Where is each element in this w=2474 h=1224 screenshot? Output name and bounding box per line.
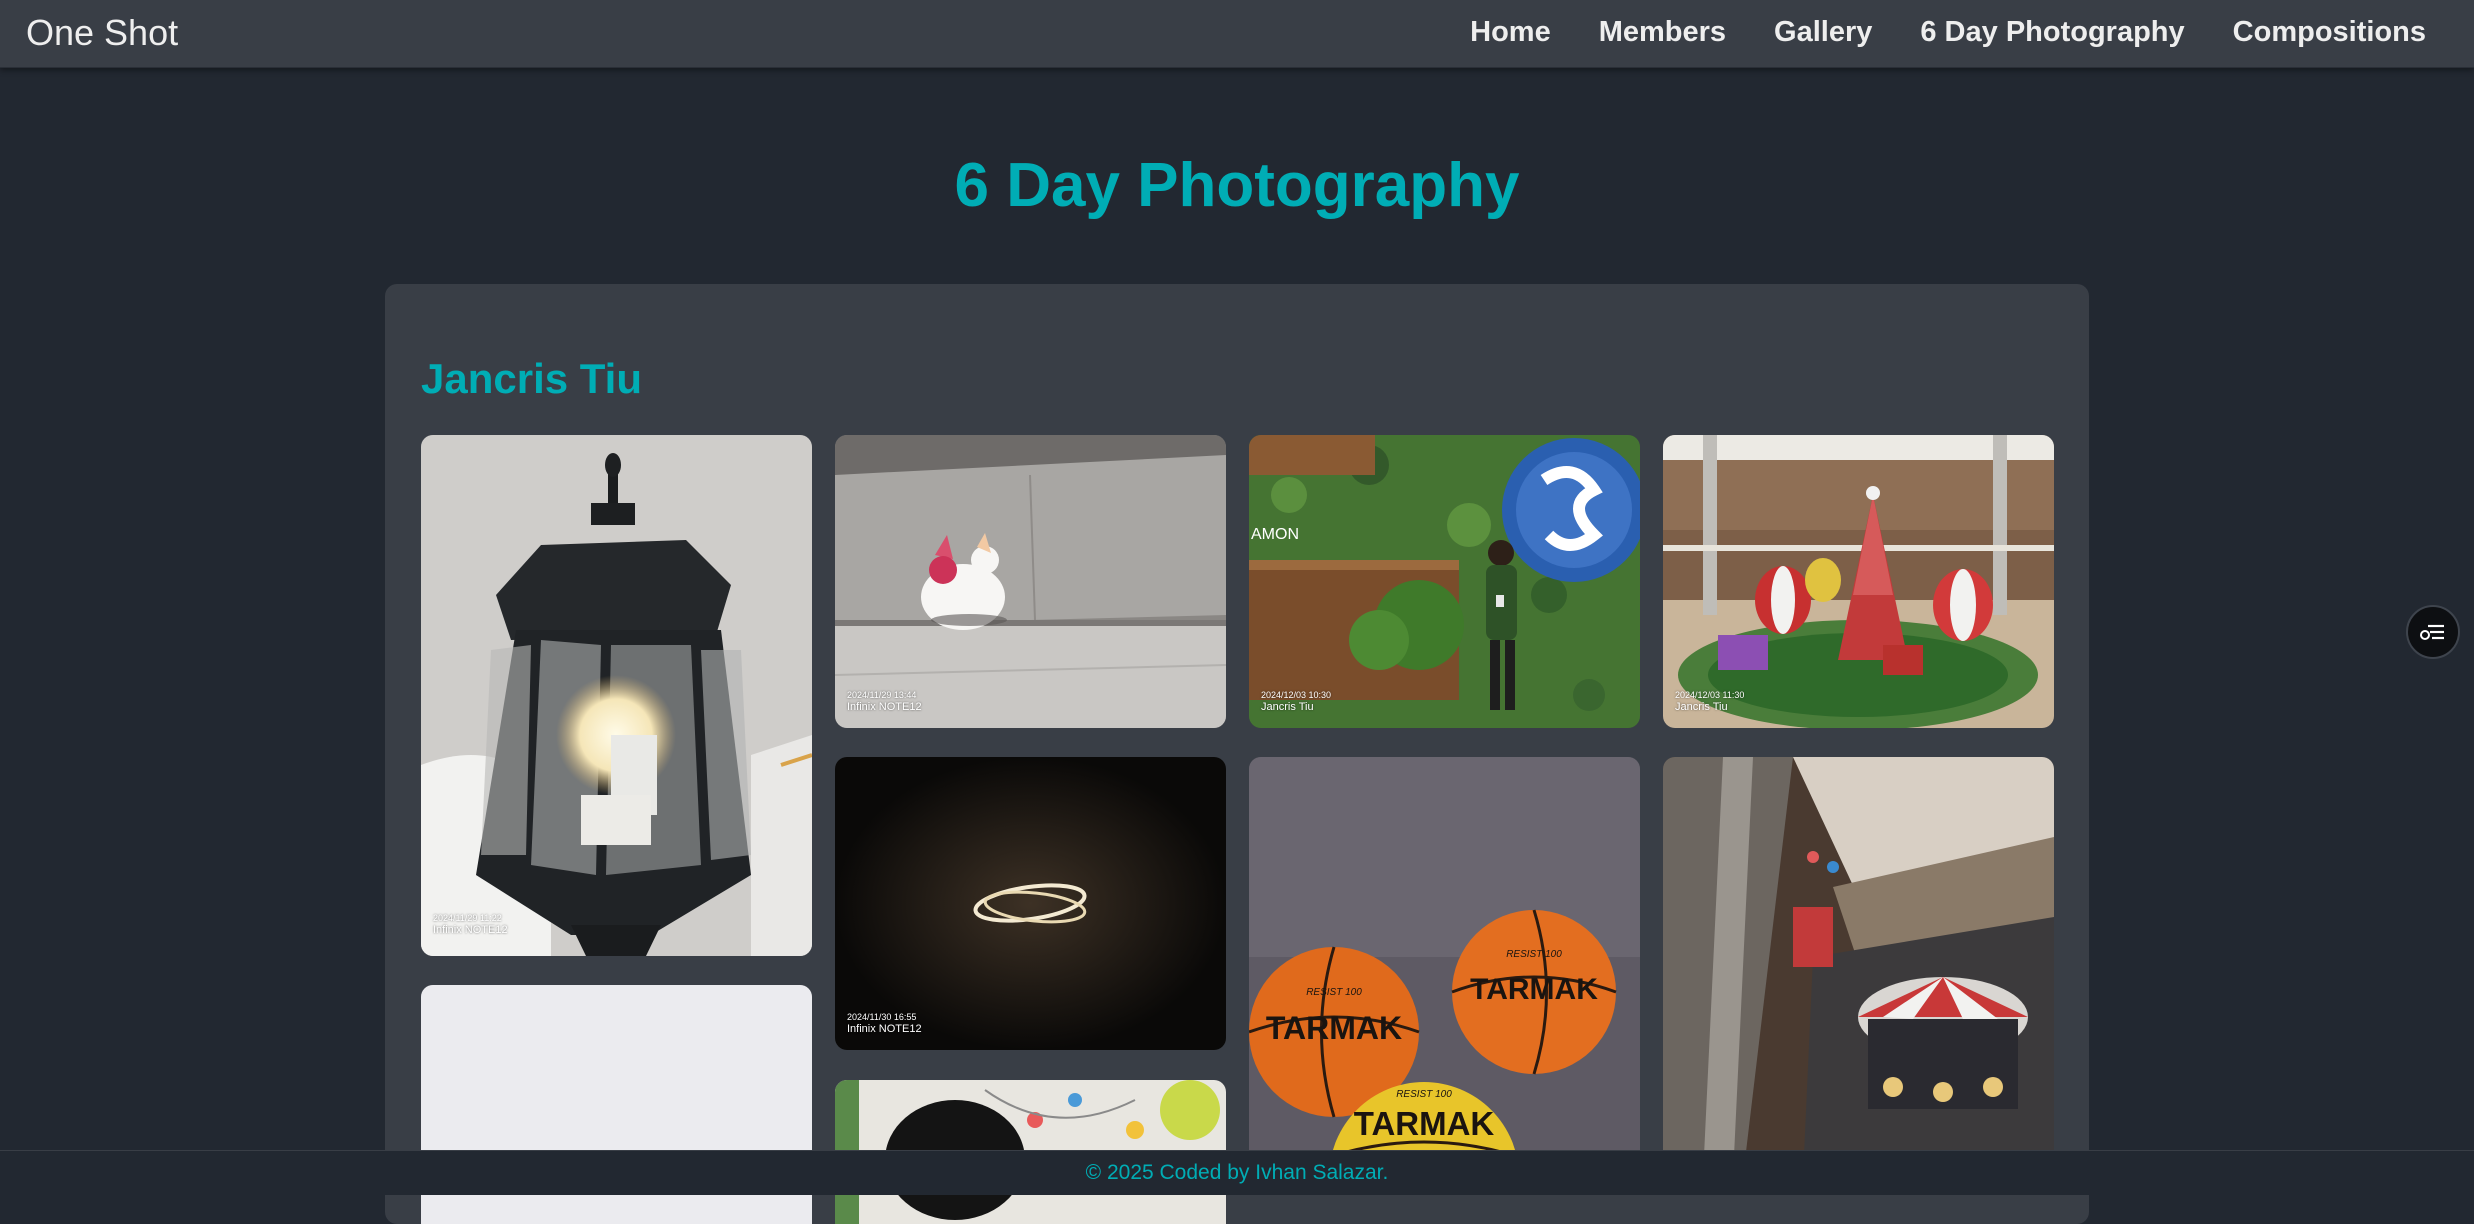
photo-mall-carousel[interactable]	[1663, 757, 2054, 1177]
ball-sublabel: RESIST 100	[1396, 1089, 1452, 1100]
photo-watermark: 2024/11/30 16:55 Infinix NOTE12	[847, 1012, 922, 1037]
wall-sign-text: AMON	[1251, 526, 1299, 543]
lantern-image	[421, 435, 812, 956]
photo-timestamp: 2024/12/03 11:30	[1675, 690, 1745, 700]
ring-lights-image	[835, 757, 1226, 1050]
mall-christmas-display-image	[1663, 435, 2054, 728]
cat-figurine-image	[835, 435, 1226, 728]
nav-link-home[interactable]: Home	[1470, 16, 1551, 49]
ball-label: TARMAK	[1470, 973, 1598, 1006]
person-at-wall-image: AMON	[1249, 435, 1640, 728]
photo-cat-figurine[interactable]: 2024/11/29 13:44 Infinix NOTE12	[835, 435, 1226, 728]
filter-list-button[interactable]	[2406, 605, 2460, 659]
photo-watermark: 2024/11/29 11:22 Infinix NOTE12	[433, 913, 508, 938]
member-name: Jancris Tiu	[421, 355, 642, 402]
ball-sublabel: RESIST 100	[1306, 987, 1362, 998]
ball-label: TARMAK	[1354, 1105, 1495, 1142]
nav-links: Home Members Gallery 6 Day Photography C…	[1470, 16, 2426, 49]
nav-link-6-day-photography[interactable]: 6 Day Photography	[1920, 16, 2184, 49]
photo-timestamp: 2024/11/29 13:44	[847, 690, 917, 700]
ball-sublabel: RESIST 100	[1506, 949, 1562, 960]
photo-watermark: 2024/12/03 10:30 Jancris Tiu	[1261, 690, 1331, 715]
photo-watermark: 2024/11/29 13:44 Infinix NOTE12	[847, 690, 922, 715]
filter-list-icon	[2420, 624, 2444, 640]
brand-logo[interactable]: One Shot	[26, 12, 178, 54]
photo-watermark: 2024/12/03 11:30 Jancris Tiu	[1675, 690, 1744, 715]
photo-device: Jancris Tiu	[1675, 701, 1728, 714]
nav-link-compositions[interactable]: Compositions	[2233, 16, 2426, 49]
photo-mall-christmas-display[interactable]: 2024/12/03 11:30 Jancris Tiu	[1663, 435, 2054, 728]
page-title: 6 Day Photography	[954, 151, 1520, 220]
basketballs-image: TARMAK RESIST 100 TARMAK RESIST 100 TARM…	[1249, 757, 1640, 1177]
photo-person-at-wall[interactable]: AMON 2024/12/03 10:30 Jancris Tiu	[1249, 435, 1640, 728]
photo-timestamp: 2024/11/30 16:55	[847, 1012, 917, 1022]
ball-label: TARMAK	[1266, 1010, 1402, 1046]
navbar: One Shot Home Members Gallery 6 Day Phot…	[0, 0, 2474, 68]
nav-link-members[interactable]: Members	[1599, 16, 1726, 49]
photo-basketballs[interactable]: TARMAK RESIST 100 TARMAK RESIST 100 TARM…	[1249, 757, 1640, 1177]
nav-link-gallery[interactable]: Gallery	[1774, 16, 1872, 49]
photo-timestamp: 2024/11/29 11:22	[433, 913, 502, 923]
photo-ring-lights[interactable]: 2024/11/30 16:55 Infinix NOTE12	[835, 757, 1226, 1050]
photo-device: Jancris Tiu	[1261, 701, 1314, 714]
photo-device: Infinix NOTE12	[433, 924, 508, 937]
footer: © 2025 Coded by Ivhan Salazar.	[0, 1150, 2474, 1195]
photo-timestamp: 2024/12/03 10:30	[1261, 690, 1332, 700]
mall-carousel-image	[1663, 757, 2054, 1177]
member-panel: Jancris Tiu 2024/11/29 11:22 Infinix NOT…	[385, 284, 2089, 1224]
photo-device: Infinix NOTE12	[847, 701, 922, 714]
photo-lantern[interactable]: 2024/11/29 11:22 Infinix NOTE12	[421, 435, 812, 956]
photo-device: Infinix NOTE12	[847, 1023, 922, 1036]
